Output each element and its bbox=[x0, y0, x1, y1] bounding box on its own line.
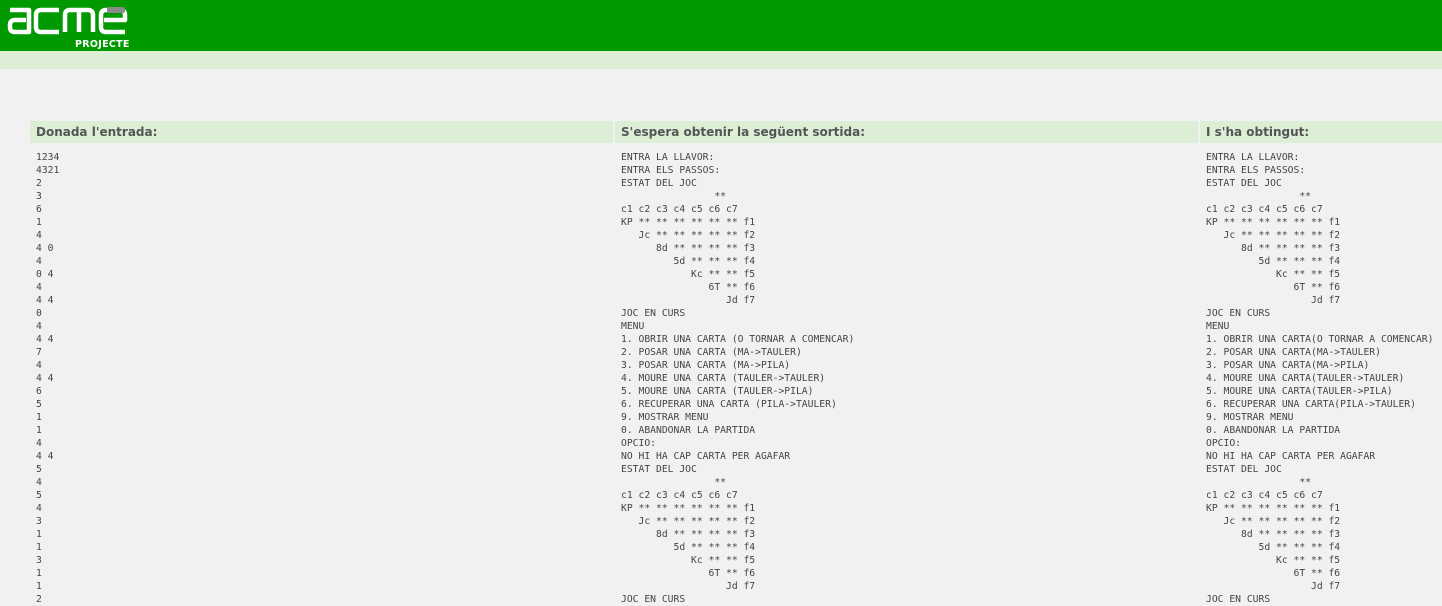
obtained-column-body: ENTRA LA LLAVOR: ENTRA ELS PASSOS: ESTAT… bbox=[1206, 152, 1434, 605]
input-column-header: Donada l'entrada: bbox=[30, 121, 613, 143]
comparison-panel: Donada l'entrada: S'espera obtenir la se… bbox=[0, 69, 1442, 606]
input-column-body: 1234 4321 2 3 6 1 4 4 0 4 0 4 4 4 4 0 4 … bbox=[36, 152, 60, 605]
acme-logo[interactable]: PROJECTE bbox=[7, 4, 131, 50]
sub-header-bar bbox=[0, 51, 1442, 69]
expected-column-header: S'espera obtenir la següent sortida: bbox=[615, 121, 1198, 143]
top-header-bar: PROJECTE bbox=[0, 0, 1442, 51]
logo-subtitle: PROJECTE bbox=[75, 39, 130, 50]
expected-column-body: ENTRA LA LLAVOR: ENTRA ELS PASSOS: ESTAT… bbox=[621, 152, 855, 605]
acme-logo-icon bbox=[7, 7, 128, 35]
obtained-column-header: I s'ha obtingut: bbox=[1200, 121, 1442, 143]
